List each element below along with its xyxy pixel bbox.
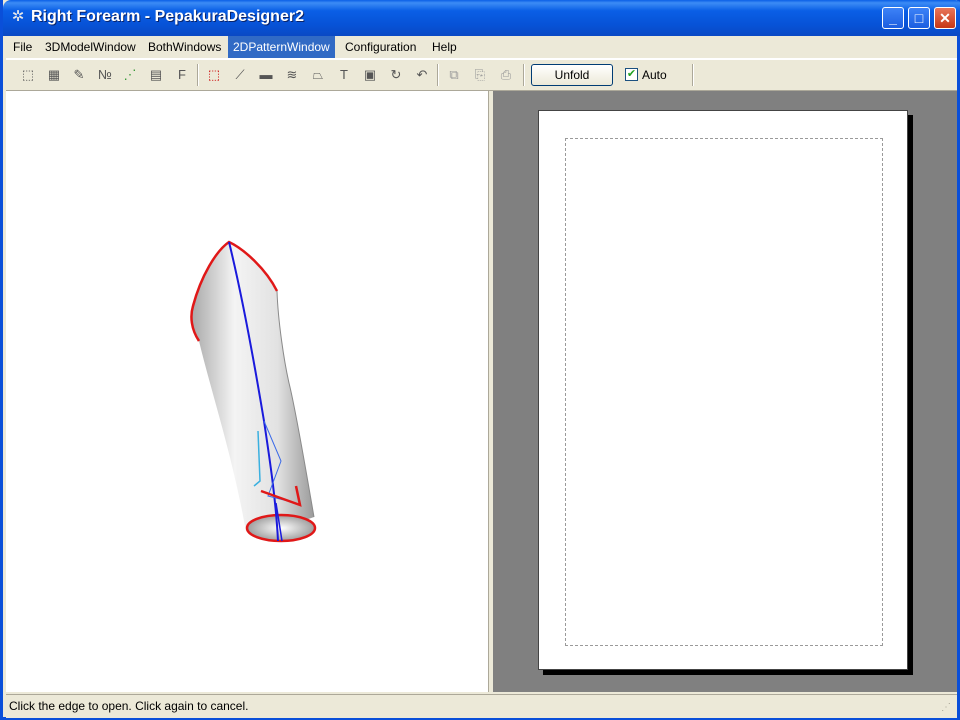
image-icon[interactable]: ▣ — [360, 65, 380, 85]
flap-icon[interactable]: ⏢ — [308, 65, 328, 85]
text-icon[interactable]: T — [334, 65, 354, 85]
menu-bar: File 3DModelWindow BothWindows 2DPattern… — [6, 36, 957, 59]
edge-icon[interactable]: ⟋ — [230, 65, 250, 85]
dashed-line-icon[interactable]: ⋰ — [120, 65, 140, 85]
pattern-page[interactable] — [538, 110, 908, 670]
3d-model-window[interactable] — [6, 91, 489, 692]
menu-3dmodelwindow[interactable]: 3DModelWindow — [40, 36, 141, 58]
menu-file[interactable]: File — [8, 36, 37, 58]
pencil-icon[interactable]: ✎ — [69, 65, 89, 85]
status-bar: Click the edge to open. Click again to c… — [6, 694, 957, 718]
menu-help[interactable]: Help — [427, 36, 462, 58]
font-icon[interactable]: F — [172, 65, 192, 85]
auto-label: Auto — [642, 68, 667, 82]
title-bar[interactable]: ✲ Right Forearm - PepakuraDesigner2 _ □ … — [3, 0, 960, 36]
minimize-button[interactable]: _ — [882, 7, 904, 29]
pepakura-app-icon[interactable]: ✲ — [9, 8, 27, 26]
copy-icon[interactable]: ⧉ — [444, 65, 464, 85]
film-icon[interactable]: ▬ — [256, 65, 276, 85]
forearm-3d-model[interactable] — [6, 91, 488, 692]
status-text: Click the edge to open. Click again to c… — [9, 699, 249, 713]
multi-select-icon[interactable]: ▦ — [44, 65, 64, 85]
select-icon[interactable]: ⬚ — [18, 65, 38, 85]
auto-checkbox[interactable]: ✔ — [625, 68, 638, 81]
unfold-button[interactable]: Unfold — [531, 64, 613, 86]
cursor-select-icon[interactable]: ⬚ — [204, 65, 224, 85]
2d-pattern-window[interactable] — [493, 91, 957, 692]
print-icon[interactable]: ⎙ — [496, 65, 516, 85]
app-window: ✲ Right Forearm - PepakuraDesigner2 _ □ … — [0, 0, 960, 720]
close-button[interactable]: ✕ — [934, 7, 956, 29]
resize-grip-icon[interactable]: ⋰ — [941, 702, 955, 716]
fold-lines-icon[interactable]: ≋ — [282, 65, 302, 85]
menu-configuration[interactable]: Configuration — [340, 36, 421, 58]
toolbar: ⬚ ▦ ✎ № ⋰ ▤ F ⬚ ⟋ ▬ ≋ ⏢ T ▣ ↻ ↶ ⧉ ⎘ ⎙ Un… — [6, 59, 957, 91]
undo-icon[interactable]: ↶ — [412, 65, 432, 85]
number-icon[interactable]: № — [95, 65, 115, 85]
rotate-icon[interactable]: ↻ — [386, 65, 406, 85]
maximize-button[interactable]: □ — [908, 7, 930, 29]
paste-icon[interactable]: ⎘ — [470, 65, 490, 85]
printable-area-border — [565, 138, 883, 646]
menu-2dpatternwindow[interactable]: 2DPatternWindow — [228, 36, 335, 58]
window-title: Right Forearm - PepakuraDesigner2 — [31, 8, 304, 25]
page-icon[interactable]: ▤ — [146, 65, 166, 85]
menu-bothwindows[interactable]: BothWindows — [143, 36, 226, 58]
